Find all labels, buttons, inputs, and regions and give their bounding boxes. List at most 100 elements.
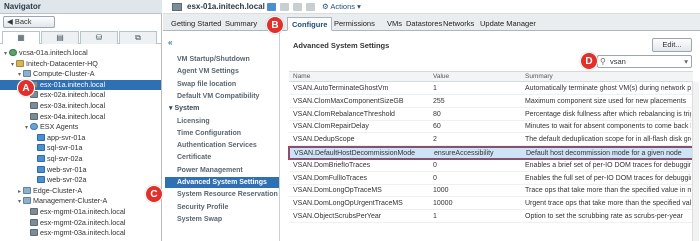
tree-item-label: web-svr-01a (47, 164, 87, 174)
menu-item-label: Licensing (177, 117, 210, 125)
column-value[interactable]: Value (433, 72, 449, 82)
tree-item[interactable]: esx-mgmt-02a.initech.local (0, 218, 161, 229)
table-header: Name Value Summary (289, 71, 693, 82)
menu-item-label: System Swap (177, 215, 223, 223)
menu-item-advanced-system-settings[interactable]: Advanced System Settings (165, 177, 279, 188)
tab-configure[interactable]: Configure (287, 17, 333, 31)
menu-item-security-profile[interactable]: Security Profile (177, 202, 277, 213)
filter-dropdown-icon[interactable]: ▾ (684, 56, 688, 67)
tab-networks[interactable]: Networks (439, 17, 478, 31)
cell-summary: Default host decommission mode for a giv… (526, 150, 682, 157)
table-row[interactable]: VSAN.DedupScope 2 The default deduplicatio… (289, 134, 693, 147)
chevron-down-icon: ▾ (355, 2, 361, 11)
table-row[interactable]: VSAN.ClomRebalanceThreshold 80 Percentage … (289, 109, 693, 121)
navigator-tabs: ▦ ▤ ⛁ ⧉ (0, 31, 162, 44)
navigator-title: Navigator (0, 0, 162, 14)
maintenance-icon[interactable] (306, 3, 315, 11)
menu-item-licensing[interactable]: Licensing (177, 116, 277, 127)
menu-item-authentication-services[interactable]: Authentication Services (177, 140, 277, 151)
tree-item[interactable]: app-svr-01a (0, 133, 161, 144)
tree-item[interactable]: esx-mgmt-03a.initech.local (0, 228, 161, 239)
table-row[interactable]: VSAN.DomLongOpTraceMS 1000 Trace ops that … (289, 185, 693, 198)
collapse-menu-icon[interactable]: « (168, 38, 172, 47)
menu-item-label: System Resource Reservation (177, 191, 278, 199)
menu-item-system[interactable]: ▾ System (169, 103, 269, 114)
tree-item[interactable]: sql-svr-02a (0, 154, 161, 165)
back-button[interactable]: ◀ Back (3, 16, 55, 28)
menu-item-vm-startup-shutdown[interactable]: VM Startup/Shutdown (177, 54, 277, 65)
vm-icon (37, 155, 45, 162)
object-title: esx-01a.initech.local (187, 2, 265, 11)
tab-permissions[interactable]: Permissions (330, 17, 379, 31)
menu-item-default-vm-compatibility[interactable]: Default VM Compatibility (177, 91, 277, 102)
object-tabs: Getting StartedSummaryMConfigurePermissi… (163, 14, 700, 31)
table-row[interactable]: VSAN.AutoTerminateGhostVm 1 Automatically … (289, 83, 693, 95)
table-row[interactable]: VSAN.DomFullIoTraces 0 Enables the full se… (289, 173, 693, 185)
marker-b: B (266, 16, 284, 34)
tree-item[interactable]: esx-04a.initech.local (0, 112, 161, 123)
tree-item-label: esx-mgmt-03a.initech.local (40, 228, 126, 238)
table-scrollbar[interactable] (692, 82, 699, 241)
cell-value: 1 (433, 85, 437, 92)
settings-menu: VM Startup/Shutdown Agent VM Settings Swap… (163, 32, 280, 241)
menu-item-time-configuration[interactable]: Time Configuration (177, 128, 277, 139)
cl-icon (23, 186, 31, 194)
tab-summary[interactable]: Summary (221, 17, 261, 31)
marker-d: D (580, 52, 598, 70)
tree-item[interactable]: web-svr-02a (0, 175, 161, 186)
edit-button[interactable]: Edit... (652, 38, 692, 52)
tab-getting-started[interactable]: Getting Started (167, 17, 225, 31)
menu-item-label: Certificate (177, 154, 212, 162)
table-row[interactable]: VSAN.DomBriefIoTraces 0 Enables a brief se… (289, 160, 693, 172)
tree-item[interactable]: sql-svr-01a (0, 143, 161, 154)
tree-item[interactable]: ▸ Edge-Cluster-A (0, 186, 161, 197)
vms-templates-tab-icon[interactable]: ▤ (41, 31, 79, 44)
menu-item-certificate[interactable]: Certificate (177, 152, 277, 163)
filter-input[interactable]: ⚲ vsan ▾ (597, 55, 692, 68)
tree-item[interactable]: esx-03a.initech.local (0, 101, 161, 112)
tree-item-label: vcsa-01a.initech.local (19, 48, 88, 57)
cell-summary: Automatically terminate ghost VM(s) duri… (525, 85, 691, 92)
table-row[interactable]: VSAN.ObjectScrubsPerYear 1 Option to set t… (289, 211, 693, 223)
menu-item-system-swap[interactable]: System Swap (177, 214, 277, 225)
table-row[interactable]: VSAN.ClomMaxComponentSizeGB 255 Maximum co… (289, 96, 693, 108)
table-row[interactable]: VSAN.DefaultHostDecommissionMode ensureAc… (288, 146, 694, 160)
tree-item[interactable]: esx-mgmt-01a.initech.local (0, 207, 161, 218)
menu-item-agent-vm-settings[interactable]: Agent VM Settings (177, 66, 277, 77)
menu-item-swap-file-location[interactable]: Swap file location (177, 79, 277, 90)
deploy-ovf-icon[interactable] (293, 3, 302, 11)
tree-item[interactable]: ▾ Management-Cluster-A (0, 196, 161, 207)
tree-item[interactable]: ▾ vcsa-01a.initech.local (0, 48, 161, 59)
tree-item-label: esx-01a.initech.local (40, 79, 106, 89)
storage-tab-icon[interactable]: ⛁ (80, 31, 118, 44)
cell-value: 0 (433, 161, 437, 169)
tree-item[interactable]: web-svr-01a (0, 165, 161, 176)
column-summary[interactable]: Summary (525, 72, 553, 82)
cell-name: VSAN.AutoTerminateGhostVm (293, 85, 389, 92)
menu-item-label: Swap file location (177, 80, 237, 88)
host-icon (30, 102, 38, 109)
menu-item-power-management[interactable]: Power Management (177, 165, 277, 176)
tree-item[interactable]: ▾ ESX Agents (0, 122, 161, 133)
actions-menu[interactable]: ⚙ Actions ▾ (322, 2, 361, 12)
menu-item-label: Power Management (177, 166, 243, 174)
cell-name: VSAN.ClomMaxComponentSizeGB (293, 97, 404, 105)
new-vm-icon[interactable] (280, 3, 289, 11)
table-row[interactable]: VSAN.DomLongOpUrgentTraceMS 10000 Urgent t… (289, 198, 693, 211)
table-row[interactable]: VSAN.ClomRepairDelay 60 Minutes to wait fo… (289, 121, 693, 134)
add-host-icon[interactable] (267, 3, 276, 11)
menu-item-label: Agent VM Settings (177, 68, 239, 76)
networking-tab-icon[interactable]: ⧉ (119, 31, 157, 44)
cell-name: VSAN.DomBriefIoTraces (293, 161, 371, 169)
tree-item[interactable]: ▾ Initech-Datacenter-HQ (0, 59, 161, 70)
cell-value: 1 (433, 213, 437, 220)
cell-value: 10000 (433, 200, 453, 208)
tab-update-manager[interactable]: Update Manager (476, 17, 540, 31)
menu-item-label: Advanced System Settings (177, 179, 267, 186)
host-icon (30, 112, 38, 120)
column-name[interactable]: Name (293, 72, 310, 82)
hosts-clusters-tab-icon[interactable]: ▦ (2, 31, 40, 44)
cell-summary: Maximum component size used for new plac… (525, 97, 687, 105)
menu-item-system-resource-reservation[interactable]: System Resource Reservation (177, 189, 278, 200)
tree-item-label: esx-04a.initech.local (40, 111, 106, 121)
